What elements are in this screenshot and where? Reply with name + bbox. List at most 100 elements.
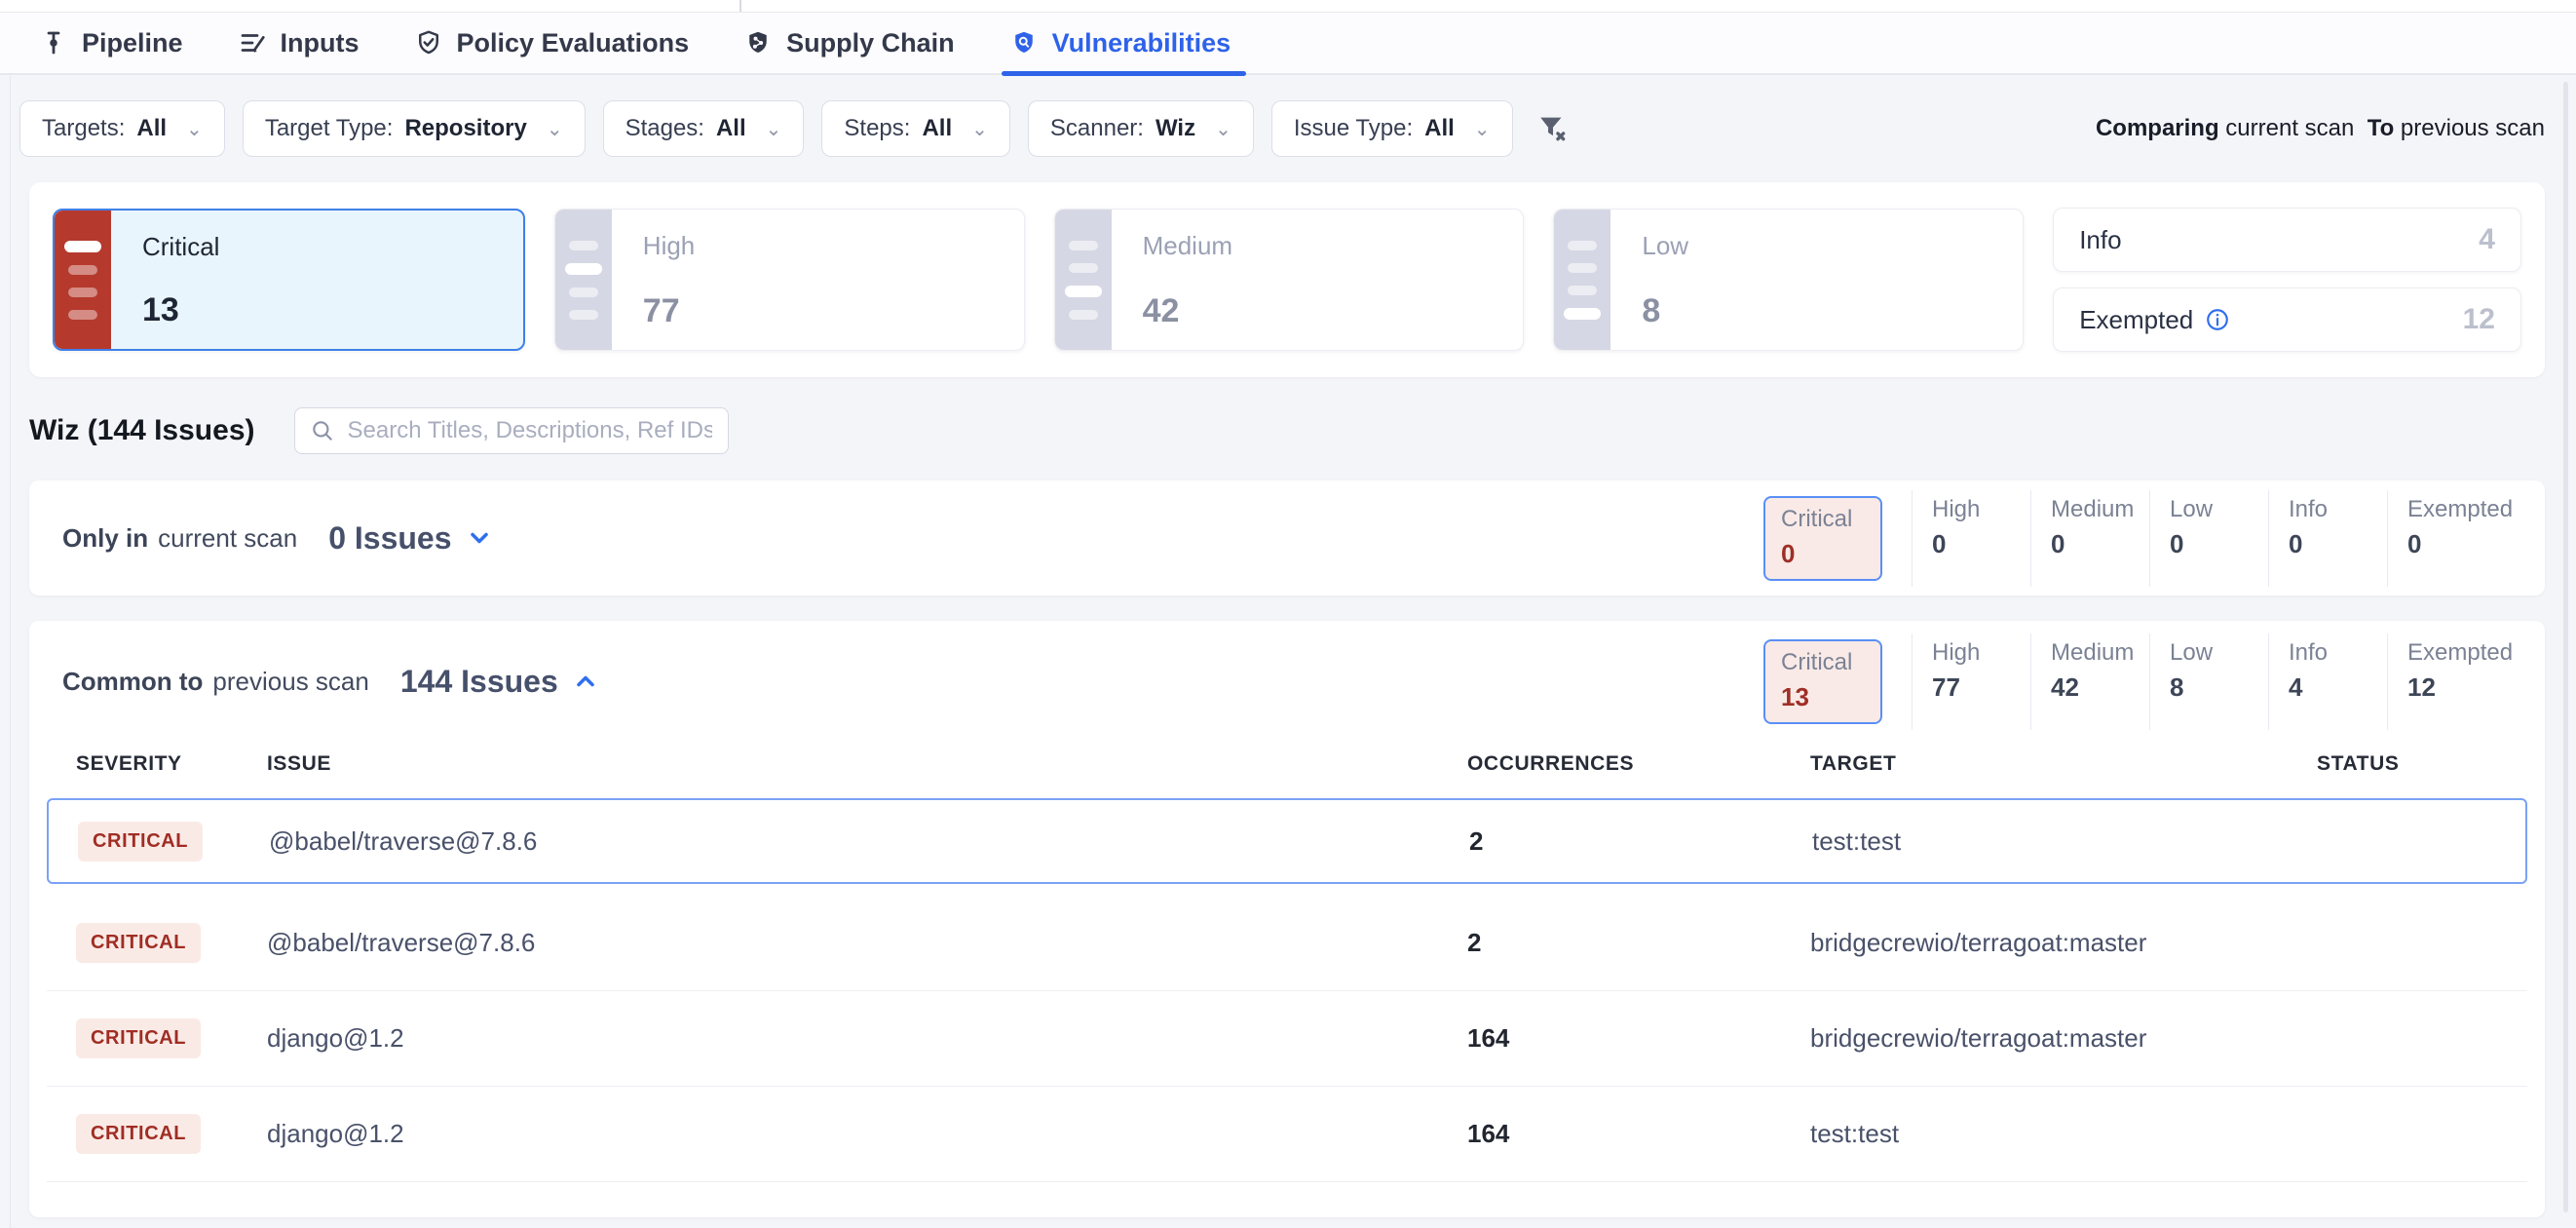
section-count-toggle[interactable]: 0 Issues: [328, 520, 492, 556]
chip-exempted[interactable]: Exempted 0: [2387, 490, 2506, 587]
chip-critical[interactable]: Critical 13: [1763, 633, 1912, 730]
severity-bars-icon: [55, 211, 111, 349]
filter-issue-type[interactable]: Issue Type: All ⌄: [1271, 100, 1513, 157]
severity-bars-icon: [1554, 210, 1610, 350]
occurrences-cell: 2: [1438, 928, 1781, 958]
severity-card-label: Medium: [1143, 231, 1232, 261]
section-count: 144 Issues: [400, 664, 558, 700]
table-row[interactable]: CRITICAL django@1.2 164 test:test: [47, 1087, 2527, 1182]
table-row[interactable]: CRITICAL django@1.2 164 bridgecrewio/ter…: [47, 991, 2527, 1087]
search-input[interactable]: [294, 407, 729, 454]
filter-value: Repository: [404, 115, 526, 142]
chip-medium[interactable]: Medium 0: [2030, 490, 2149, 587]
tab-policy-evaluations[interactable]: Policy Evaluations: [414, 12, 690, 74]
filter-label: Scanner:: [1050, 115, 1144, 142]
chevron-down-icon: ⌄: [1215, 117, 1231, 141]
filter-target-type[interactable]: Target Type: Repository ⌄: [243, 100, 586, 157]
chip-low[interactable]: Low 8: [2149, 633, 2268, 730]
severity-card-high[interactable]: High 77: [554, 209, 1025, 351]
occurrences-cell: 164: [1438, 1119, 1781, 1149]
tab-label: Inputs: [281, 28, 360, 58]
chip-info[interactable]: Info 4: [2268, 633, 2387, 730]
chip-label: High: [1932, 496, 2030, 523]
filter-value: All: [922, 115, 952, 142]
supply-chain-shield-icon: [743, 28, 773, 58]
tab-supply-chain[interactable]: Supply Chain: [743, 12, 955, 74]
chip-label: Medium: [2051, 496, 2149, 523]
chip-high[interactable]: High 0: [1912, 490, 2030, 587]
section-title: Common to previous scan 144 Issues: [62, 664, 599, 700]
common-to-previous-scan-section: Common to previous scan 144 Issues Criti…: [29, 621, 2545, 1217]
comparing-to: To: [2368, 115, 2395, 141]
filter-value: All: [1424, 115, 1455, 142]
column-header-severity: SEVERITY: [47, 752, 238, 776]
chip-value: 0: [1932, 529, 2030, 559]
only-in-current-scan-section: Only in current scan 0 Issues Critical 0…: [29, 480, 2545, 595]
target-cell: test:test: [1781, 1119, 2288, 1149]
issue-cell: @babel/traverse@7.8.6: [238, 928, 1438, 958]
filter-clear-icon: [1536, 112, 1570, 145]
filter-targets[interactable]: Targets: All ⌄: [19, 100, 225, 157]
tab-pipeline[interactable]: Pipeline: [39, 12, 183, 74]
chip-label: Exempted: [2407, 496, 2506, 523]
severity-card-label: Low: [1642, 231, 1688, 261]
filter-stages[interactable]: Stages: All ⌄: [603, 100, 805, 157]
chip-medium[interactable]: Medium 42: [2030, 633, 2149, 730]
severity-card-value: 13: [142, 291, 219, 329]
chip-critical[interactable]: Critical 0: [1763, 490, 1912, 587]
filter-value: All: [136, 115, 167, 142]
occurrences-cell: 164: [1438, 1023, 1781, 1054]
tab-vulnerabilities[interactable]: Vulnerabilities: [1009, 12, 1231, 74]
chevron-down-icon: ⌄: [971, 117, 988, 141]
filter-label: Issue Type:: [1294, 115, 1413, 142]
severity-card-info[interactable]: Info 4: [2053, 208, 2521, 272]
severity-card-exempted[interactable]: Exempted 12: [2053, 288, 2521, 352]
clear-filters-button[interactable]: [1536, 112, 1570, 145]
chip-high[interactable]: High 77: [1912, 633, 2030, 730]
chip-value: 0: [2289, 529, 2387, 559]
scanner-header-row: Wiz (144 Issues): [29, 406, 2545, 455]
chip-label: High: [1932, 639, 2030, 667]
filter-value: Wiz: [1155, 115, 1195, 142]
filter-label: Steps:: [844, 115, 910, 142]
comparing-label: Comparing current scan To previous scan: [2096, 115, 2545, 142]
tab-label: Pipeline: [82, 28, 183, 58]
tab-bar: Pipeline Inputs Policy Evaluations Suppl…: [0, 13, 2576, 75]
chip-label: Exempted: [2407, 639, 2506, 667]
section-count-toggle[interactable]: 144 Issues: [400, 664, 599, 700]
column-header-occurrences: OCCURRENCES: [1438, 752, 1781, 776]
chip-label: Low: [2170, 496, 2268, 523]
section-title: Only in current scan 0 Issues: [62, 520, 493, 556]
severity-badge: CRITICAL: [78, 822, 203, 862]
section-title-rest: current scan: [158, 523, 297, 554]
tab-label: Supply Chain: [786, 28, 955, 58]
filter-scanner[interactable]: Scanner: Wiz ⌄: [1028, 100, 1254, 157]
vulnerabilities-shield-search-icon: [1009, 28, 1039, 58]
tab-inputs[interactable]: Inputs: [238, 12, 360, 74]
table-row[interactable]: CRITICAL @babel/traverse@7.8.6 2 test:te…: [47, 798, 2527, 884]
chip-info[interactable]: Info 0: [2268, 490, 2387, 587]
chevron-up-icon: [572, 668, 599, 695]
table-row[interactable]: CRITICAL @babel/traverse@7.8.6 2 bridgec…: [47, 896, 2527, 991]
chip-value: 8: [2170, 672, 2268, 703]
chip-exempted[interactable]: Exempted 12: [2387, 633, 2506, 730]
filter-row: Targets: All ⌄ Target Type: Repository ⌄…: [19, 100, 2545, 157]
chip-value: 12: [2407, 672, 2506, 703]
chip-low[interactable]: Low 0: [2149, 490, 2268, 587]
search-box: [294, 407, 729, 454]
comparing-previous: previous scan: [2401, 115, 2545, 141]
section-title-bold: Common to: [62, 667, 203, 697]
vertical-scrollbar[interactable]: [2563, 82, 2568, 1212]
severity-card-critical[interactable]: Critical 13: [53, 209, 525, 351]
tab-label: Vulnerabilities: [1052, 28, 1231, 58]
severity-card-medium[interactable]: Medium 42: [1054, 209, 1525, 351]
info-icon[interactable]: [2205, 307, 2230, 332]
severity-chips: Critical 0 High 0 Medium 0 Low 0 Info 0 …: [1763, 490, 2506, 587]
scanner-heading: Wiz (144 Issues): [29, 414, 255, 447]
severity-card-low[interactable]: Low 8: [1553, 209, 2024, 351]
filter-steps[interactable]: Steps: All ⌄: [821, 100, 1009, 157]
policy-shield-check-icon: [414, 28, 443, 58]
issues-table: CRITICAL @babel/traverse@7.8.6 2 test:te…: [47, 798, 2527, 1182]
content-left-border: [10, 76, 11, 1228]
chip-value: 4: [2289, 672, 2387, 703]
